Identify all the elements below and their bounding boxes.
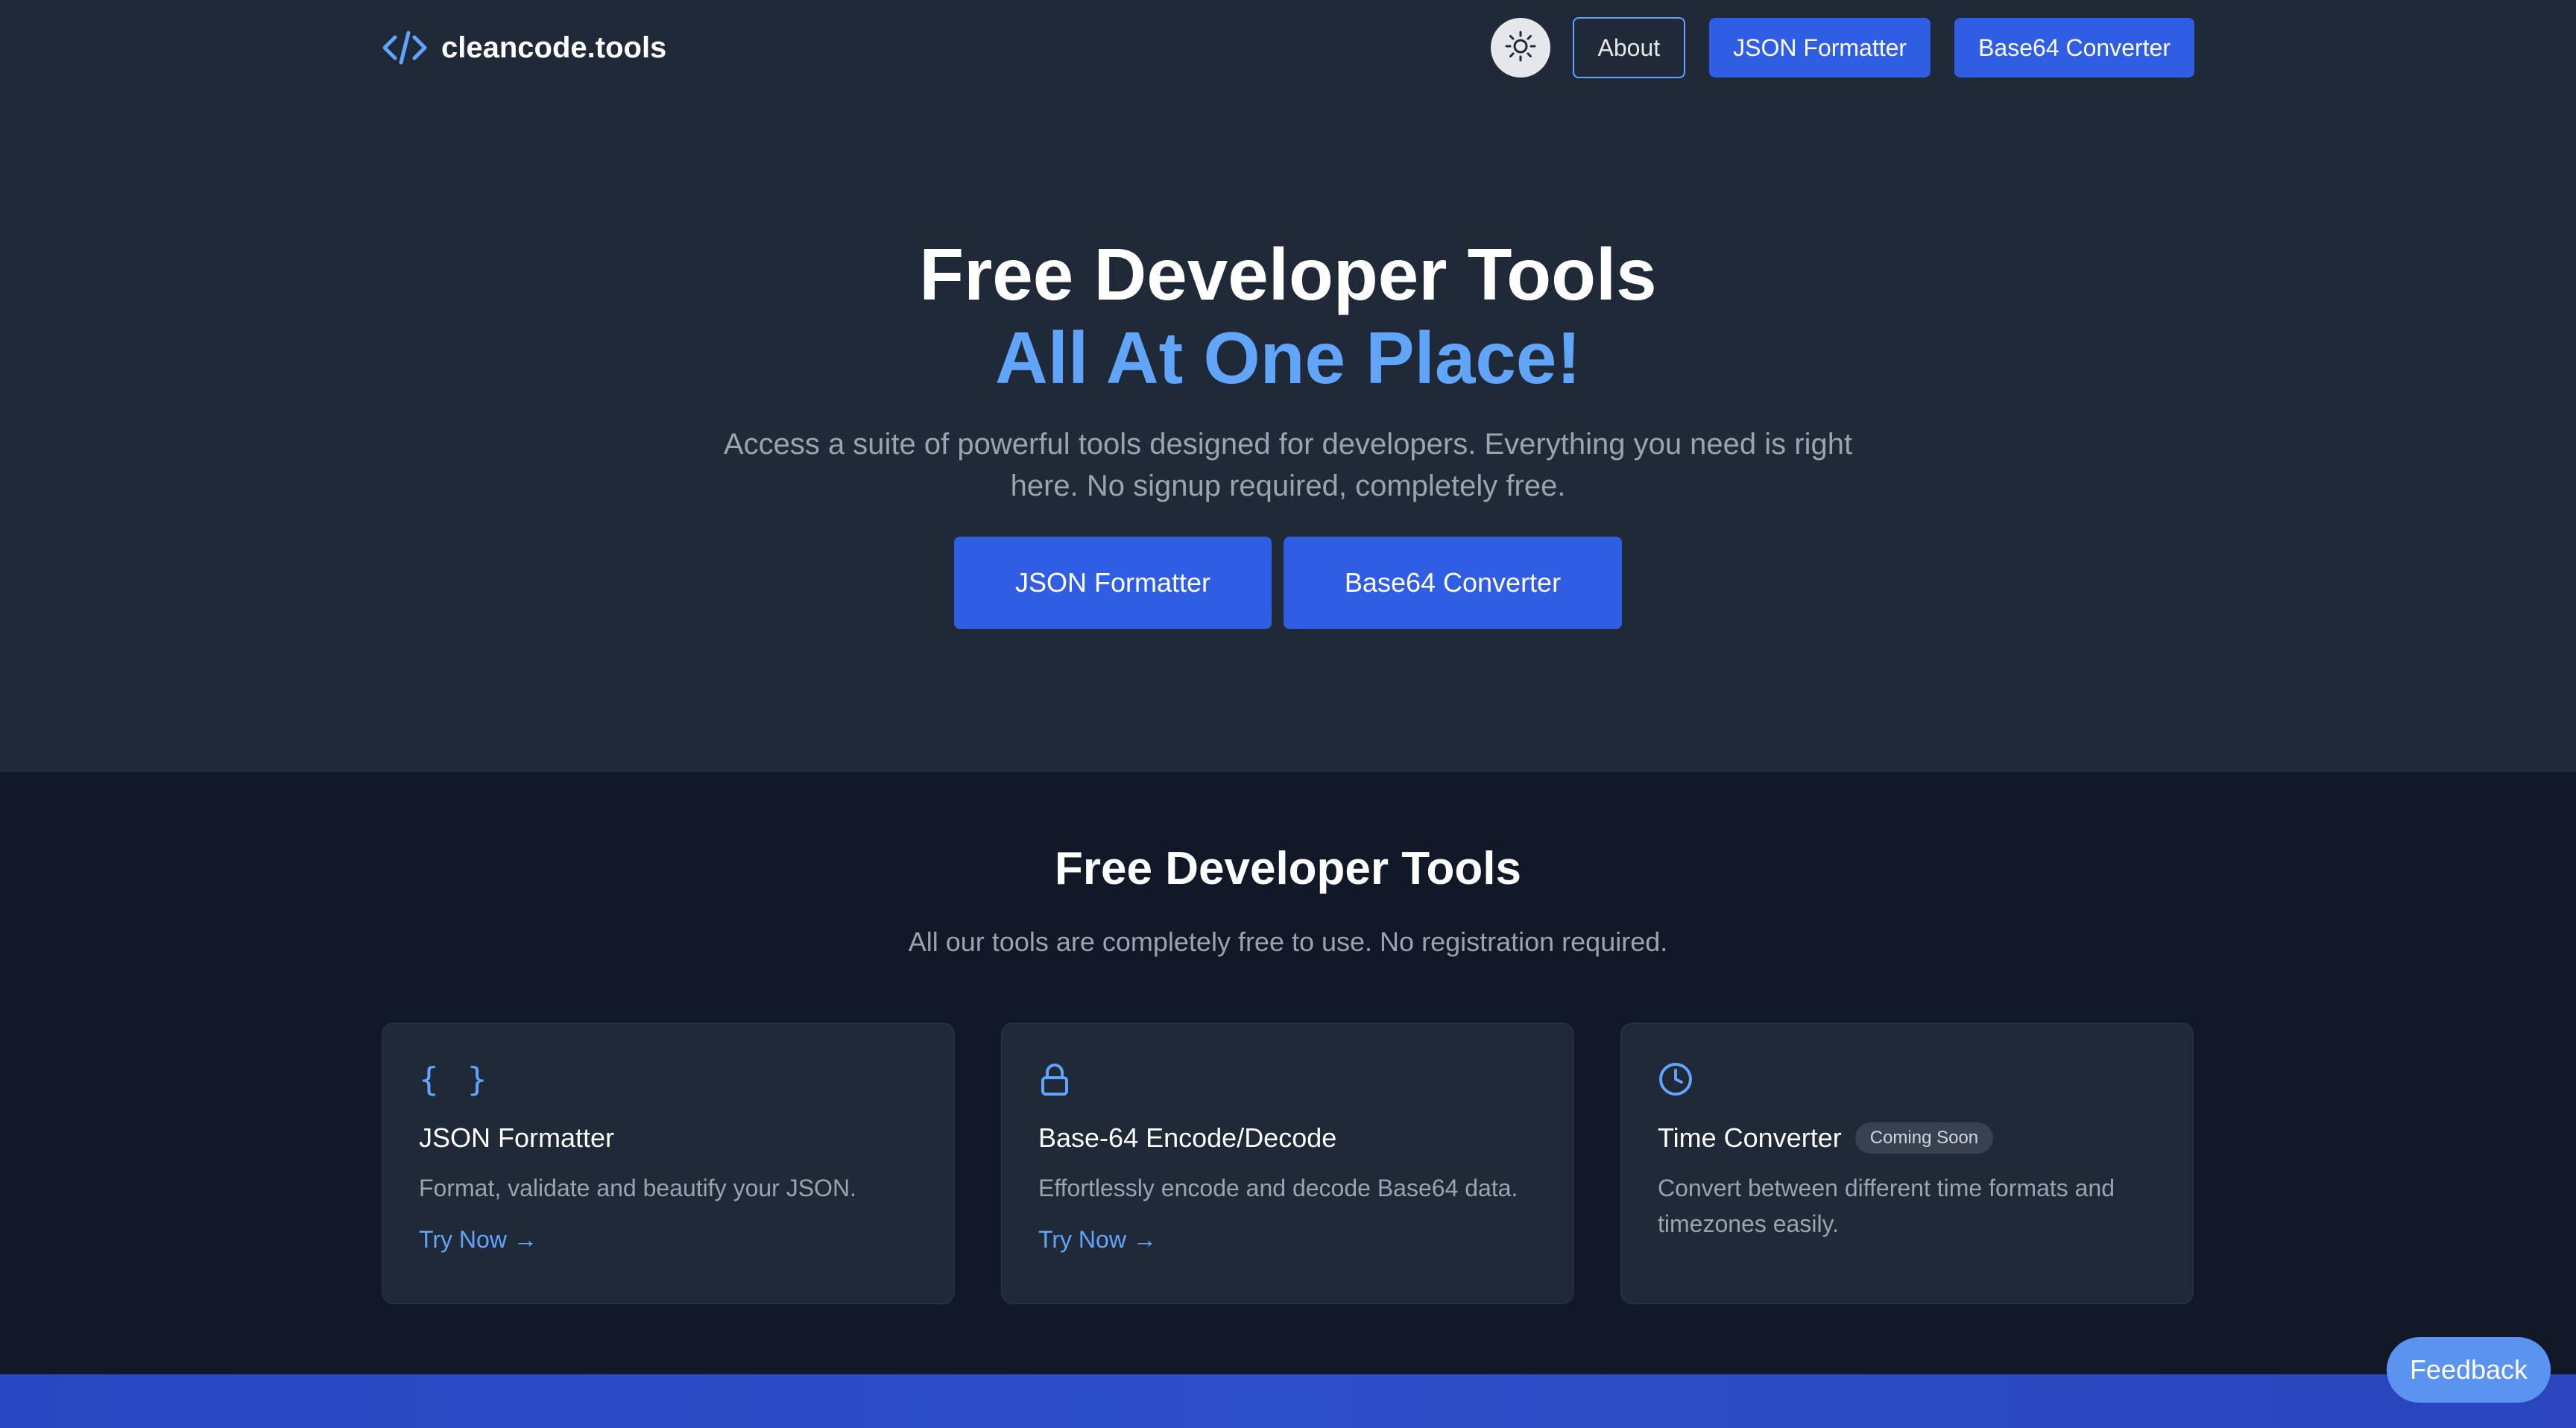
hero-base64-converter-button[interactable]: Base64 Converter [1284, 537, 1622, 629]
card-title: JSON Formatter [419, 1122, 615, 1153]
json-formatter-try-now-link[interactable]: Try Now → [419, 1222, 537, 1257]
lock-icon [1038, 1058, 1537, 1100]
hero-title: Free Developer Tools [919, 233, 1657, 315]
base64-try-now-link[interactable]: Try Now → [1038, 1222, 1157, 1257]
top-nav: cleancode.tools About JSON Formatter Bas… [382, 16, 2194, 79]
hero-accent-title: All At One Place! [994, 317, 1581, 399]
theme-toggle-button[interactable] [1490, 18, 1550, 78]
brand-logo[interactable]: cleancode.tools [382, 28, 666, 67]
card-description: Convert between different time formats a… [1658, 1175, 2115, 1237]
footer-band [0, 1374, 2576, 1428]
card-title: Time Converter [1658, 1122, 1842, 1153]
card-description: Effortlessly encode and decode Base64 da… [1038, 1175, 1518, 1201]
tool-card-base64[interactable]: Base-64 Encode/Decode Effortlessly encod… [1001, 1023, 1574, 1304]
tools-section-subtitle: All our tools are completely free to use… [908, 926, 1668, 957]
coming-soon-badge: Coming Soon [1854, 1122, 1994, 1154]
tools-section-title: Free Developer Tools [1055, 843, 1521, 894]
code-brackets-icon [382, 28, 428, 67]
sun-icon [1504, 30, 1537, 66]
hero-cta-group: JSON Formatter Base64 Converter [0, 537, 2576, 629]
hero-json-formatter-button[interactable]: JSON Formatter [954, 537, 1272, 629]
about-button[interactable]: About [1572, 17, 1686, 78]
nav-actions: About JSON Formatter Base64 Converter [1490, 17, 2194, 78]
card-title-row: Base-64 Encode/Decode [1038, 1119, 1537, 1157]
braces-icon: { } [419, 1060, 492, 1099]
brand-name: cleancode.tools [441, 31, 667, 64]
nav-json-formatter-button[interactable]: JSON Formatter [1709, 18, 1931, 78]
card-title-row: JSON Formatter [419, 1119, 918, 1157]
clock-icon [1658, 1058, 2156, 1100]
page: cleancode.tools About JSON Formatter Bas… [0, 0, 2576, 1428]
nav-base64-converter-button[interactable]: Base64 Converter [1954, 18, 2194, 78]
tool-cards: { } JSON Formatter Format, validate and … [382, 1023, 2194, 1304]
card-description: Format, validate and beautify your JSON. [419, 1175, 856, 1201]
feedback-button[interactable]: Feedback [2387, 1337, 2551, 1403]
hero-subtitle: Access a suite of powerful tools designe… [723, 428, 1853, 502]
card-title: Base-64 Encode/Decode [1038, 1122, 1337, 1153]
tool-card-json-formatter[interactable]: { } JSON Formatter Format, validate and … [382, 1023, 955, 1304]
hero-section: cleancode.tools About JSON Formatter Bas… [0, 0, 2576, 772]
card-title-row: Time Converter Coming Soon [1658, 1119, 2156, 1157]
tool-card-time-converter: Time Converter Coming Soon Convert betwe… [1620, 1023, 2194, 1304]
